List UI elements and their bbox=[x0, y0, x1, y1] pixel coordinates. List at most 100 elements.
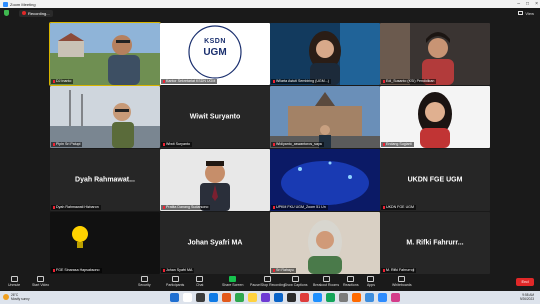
taskbar-app-icon[interactable] bbox=[365, 293, 374, 302]
muted-mic-icon bbox=[273, 268, 275, 272]
share-icon bbox=[229, 276, 237, 282]
clock-date: 9/26/2023 bbox=[519, 297, 534, 301]
muted-mic-icon bbox=[53, 268, 55, 272]
participant-tile[interactable]: Wilarta Astuti Sembiring (UGM...) bbox=[270, 23, 380, 85]
taskbar-app-icon[interactable] bbox=[352, 293, 361, 302]
participant-video bbox=[270, 86, 380, 148]
taskbar-app-icon[interactable] bbox=[391, 293, 400, 302]
taskbar-app-icon[interactable] bbox=[326, 293, 335, 302]
muted-mic-icon bbox=[53, 142, 55, 146]
participant-name-display: Johan Syafri MA bbox=[187, 239, 243, 247]
zoom-logo-icon bbox=[3, 1, 8, 7]
participant-tile[interactable]: Endang Sugiarti bbox=[380, 86, 490, 148]
recording-label: Recording... bbox=[28, 10, 50, 16]
close-icon[interactable]: × bbox=[535, 1, 538, 7]
participant-name-label: Wilarta Astuti Sembiring (UGM...) bbox=[271, 79, 331, 84]
participant-video bbox=[50, 212, 160, 274]
participant-tile[interactable]: M. Rifki Fahrurr... M. Rifki Fahrurroji bbox=[380, 212, 490, 274]
camera-button[interactable]: Start Video bbox=[32, 276, 49, 287]
participant-name-label: M. Rifki Fahrurroji bbox=[381, 268, 417, 273]
apps-icon bbox=[367, 276, 375, 282]
recording-indicator[interactable]: Recording... bbox=[19, 9, 53, 17]
shield-button[interactable]: Security bbox=[138, 276, 151, 287]
participant-tile[interactable]: KSDN UGM Kantor Sekretariat KSDN UGM bbox=[160, 23, 270, 85]
taskbar-app-icon[interactable] bbox=[261, 293, 270, 302]
participant-tile[interactable]: Widiyanto_aswantoros_saya bbox=[270, 86, 380, 148]
cc-button[interactable]: Show Captions bbox=[284, 276, 308, 287]
whiteboard-button[interactable]: Whiteboards bbox=[392, 276, 412, 287]
participant-tile[interactable]: Wiwit Suryanto Wiwit Suryanto bbox=[160, 86, 270, 148]
encryption-shield-icon[interactable] bbox=[4, 10, 9, 16]
sun-icon bbox=[3, 294, 9, 300]
toolbar-label: Participants bbox=[166, 283, 185, 287]
participant-tile[interactable]: Pipin Sri Palupi bbox=[50, 86, 160, 148]
participant-name-label: Wiwit Suryanto bbox=[161, 142, 192, 147]
taskbar-app-icon[interactable] bbox=[313, 293, 322, 302]
participant-video bbox=[50, 86, 160, 148]
shield-icon bbox=[140, 276, 148, 282]
participant-name-label: FGE Sinarasa Hapsaksono bbox=[51, 268, 102, 273]
participant-tile[interactable]: Pratita Danang Sudarsono bbox=[160, 149, 270, 211]
view-label: View bbox=[525, 10, 534, 16]
taskbar-app-icon[interactable] bbox=[300, 293, 309, 302]
taskbar-app-icon[interactable] bbox=[209, 293, 218, 302]
grid-view-icon bbox=[518, 11, 524, 15]
muted-mic-icon bbox=[163, 142, 165, 146]
chat-icon bbox=[196, 276, 204, 282]
participant-tile[interactable]: Sri Rahayu bbox=[270, 212, 380, 274]
toolbar-label: Start Video bbox=[32, 283, 50, 287]
taskbar-app-icon[interactable] bbox=[339, 293, 348, 302]
muted-mic-icon bbox=[163, 79, 165, 83]
share-button[interactable]: Share Screen bbox=[222, 276, 243, 287]
participant-tile[interactable]: FGE Sinarasa Hapsaksono bbox=[50, 212, 160, 274]
smile-icon bbox=[347, 276, 355, 282]
ugm-logo-text: UGM bbox=[203, 47, 227, 58]
participant-video bbox=[160, 149, 270, 211]
participant-tile[interactable]: UPKM FKU UGM_Zoom 51 Un bbox=[270, 149, 380, 211]
toolbar-label: Security bbox=[138, 283, 151, 287]
participant-name-label: UPKM FKU UGM_Zoom 51 Un bbox=[271, 205, 328, 210]
minimize-icon[interactable]: – bbox=[517, 1, 520, 7]
record-dot-icon bbox=[22, 11, 26, 15]
participant-tile[interactable]: Edi_Susanto (KSI) Pendidikan bbox=[380, 23, 490, 85]
participant-tile[interactable]: UKDN FGE UGM UKDN FGE UGM bbox=[380, 149, 490, 211]
view-button[interactable]: View bbox=[518, 11, 534, 16]
participant-tile[interactable]: Dyah Rahmawat... Dyah Rahmawati Hizbaron bbox=[50, 149, 160, 211]
participant-tile[interactable]: Johan Syafri MA Johan Syafri MA bbox=[160, 212, 270, 274]
participant-name-label: Widiyanto_aswantoros_saya bbox=[271, 142, 324, 147]
weather-widget[interactable]: 26°C Mostly sunny bbox=[3, 293, 30, 301]
taskbar-app-icon[interactable] bbox=[183, 293, 192, 302]
taskbar-app-icon[interactable] bbox=[378, 293, 387, 302]
weather-desc: Mostly sunny bbox=[11, 297, 30, 301]
people-button[interactable]: Participants bbox=[166, 276, 184, 287]
participant-video bbox=[380, 86, 490, 148]
apps-button[interactable]: Apps bbox=[367, 276, 375, 287]
maximize-icon[interactable]: □ bbox=[526, 1, 529, 7]
chat-button[interactable]: Chat bbox=[196, 276, 203, 287]
system-clock[interactable]: 9:58 AM 9/26/2023 bbox=[520, 293, 534, 301]
toolbar-label: Breakout Rooms bbox=[313, 283, 340, 287]
toolbar-label: Pause/Stop Recording bbox=[250, 283, 286, 287]
mic-icon bbox=[10, 276, 18, 282]
record-button[interactable]: Pause/Stop Recording bbox=[250, 276, 285, 287]
taskbar-app-icon[interactable] bbox=[287, 293, 296, 302]
smile-button[interactable]: Reactions bbox=[343, 276, 359, 287]
mic-button[interactable]: Unmute bbox=[8, 276, 20, 287]
taskbar-app-icon[interactable] bbox=[196, 293, 205, 302]
participant-name-label: Endang Sugiarti bbox=[381, 142, 414, 147]
taskbar-app-icon[interactable] bbox=[248, 293, 257, 302]
participant-name-label: DJ Inanto bbox=[51, 79, 74, 84]
rooms-button[interactable]: Breakout Rooms bbox=[313, 276, 339, 287]
taskbar-app-icon[interactable] bbox=[274, 293, 283, 302]
taskbar-app-icon[interactable] bbox=[170, 293, 179, 302]
participant-tile[interactable]: DJ Inanto bbox=[49, 22, 161, 86]
toolbar-label: Whiteboards bbox=[392, 283, 412, 287]
muted-mic-icon bbox=[273, 142, 275, 146]
muted-mic-icon bbox=[383, 268, 385, 272]
taskbar-app-icon[interactable] bbox=[222, 293, 231, 302]
taskbar-app-icon[interactable] bbox=[235, 293, 244, 302]
end-meeting-button[interactable]: End bbox=[516, 278, 534, 286]
muted-mic-icon bbox=[273, 205, 275, 209]
muted-mic-icon bbox=[163, 205, 165, 209]
muted-mic-icon bbox=[163, 268, 165, 272]
